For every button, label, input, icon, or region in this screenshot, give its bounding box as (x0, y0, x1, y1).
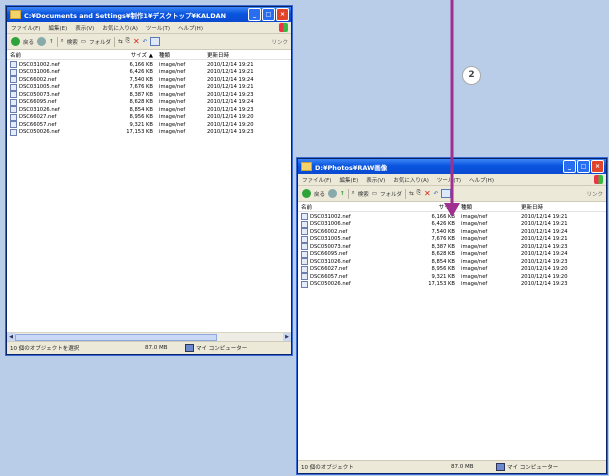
drag-arrow-head (444, 203, 460, 217)
step-number-badge: 2 (462, 66, 481, 85)
drag-arrow (444, 0, 460, 217)
